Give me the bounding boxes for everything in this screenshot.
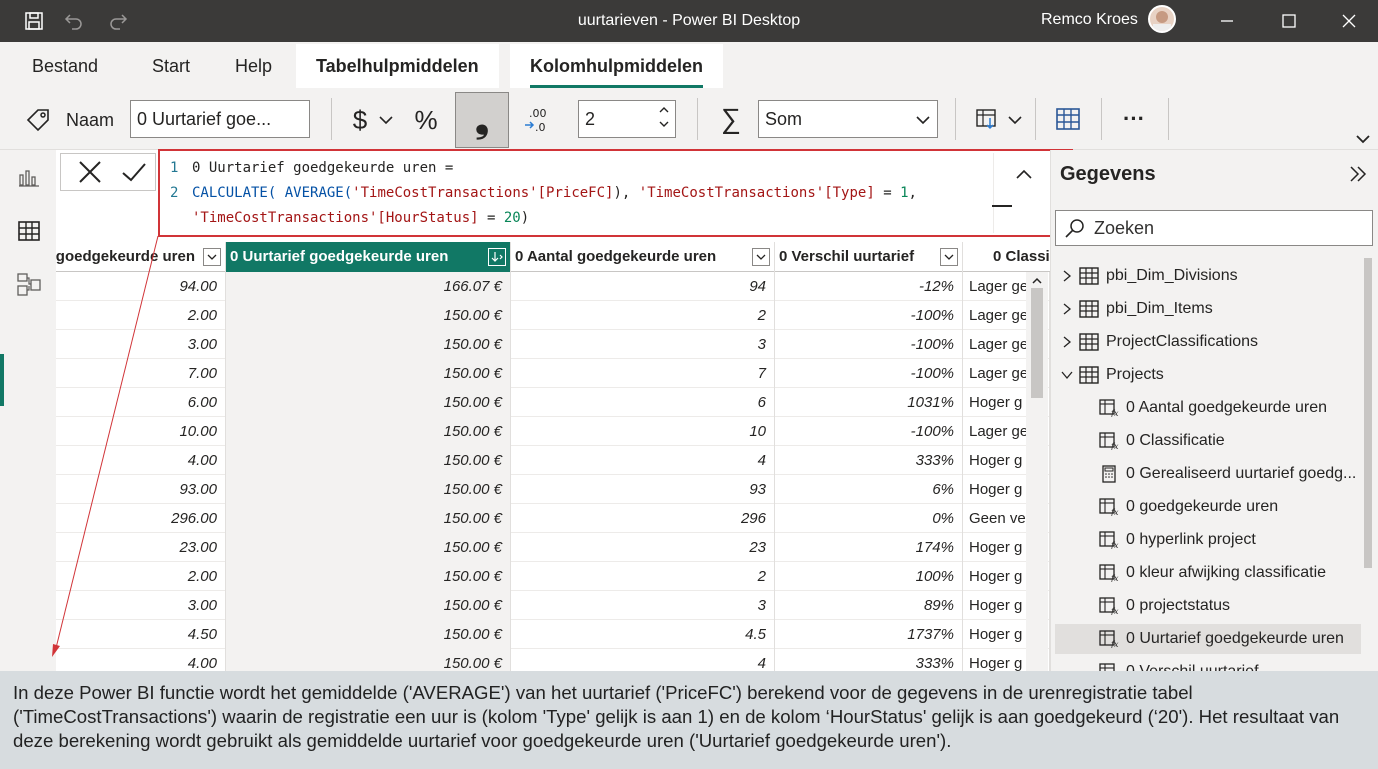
field-item[interactable]: fx 0 Classificatie [1098,426,1361,456]
table-item[interactable]: Projects [1078,360,1361,390]
field-item[interactable]: fx 0 hyperlink project [1098,525,1361,555]
svg-text:fx: fx [1110,541,1119,549]
table-icon [1078,332,1100,352]
calculated-column-icon: fx [1098,596,1120,616]
chevron-right-icon[interactable] [1060,302,1074,316]
field-item[interactable]: fx 0 Aantal goedgekeurde uren [1098,393,1361,423]
field-label: 0 hyperlink project [1126,531,1256,548]
field-list: pbi_Dim_Divisions pbi_Dim_Items ProjectCla… [0,0,1378,671]
svg-text:fx: fx [1110,508,1119,516]
svg-text:fx: fx [1110,574,1119,582]
svg-text:fx: fx [1110,409,1119,417]
calculated-column-icon: fx [1098,629,1120,649]
field-label: ProjectClassifications [1106,333,1259,350]
field-item[interactable]: fx 0 Uurtarief goedgekeurde uren [1055,624,1361,654]
field-label: 0 projectstatus [1126,597,1231,614]
field-label: 0 Verschil uurtarief [1126,663,1259,671]
explanation-caption: In deze Power BI functie wordt het gemid… [0,671,1378,769]
field-label: Projects [1106,366,1164,383]
field-label: pbi_Dim_Items [1106,300,1213,317]
field-item[interactable]: fx 0 kleur afwijking classificatie [1098,558,1361,588]
chevron-down-icon[interactable] [1060,368,1074,382]
field-item[interactable]: fx 0 goedgekeurde uren [1098,492,1361,522]
calculated-column-icon: fx [1098,398,1120,418]
calculated-column-icon: fx [1098,563,1120,583]
table-item[interactable]: pbi_Dim_Items [1078,294,1361,324]
field-label: 0 Gerealiseerd uurtarief goedg... [1126,465,1357,482]
field-label: 0 Classificatie [1126,432,1225,449]
table-icon [1078,365,1100,385]
calculated-column-icon: fx [1098,431,1120,451]
calculated-column-icon: fx [1098,530,1120,550]
field-label: 0 Aantal goedgekeurde uren [1126,399,1328,416]
field-label: 0 kleur afwijking classificatie [1126,564,1327,581]
svg-text:fx: fx [1110,607,1119,615]
field-label: 0 goedgekeurde uren [1126,498,1279,515]
table-item[interactable]: ProjectClassifications [1078,327,1361,357]
calculated-column-icon: fx [1098,497,1120,517]
svg-text:fx: fx [1110,640,1119,648]
field-item[interactable]: fx 0 projectstatus [1098,591,1361,621]
calculated-column-icon: fx [1098,662,1120,671]
field-label: pbi_Dim_Divisions [1106,267,1238,284]
field-item[interactable]: fx 0 Verschil uurtarief [1098,657,1361,671]
table-icon [1078,299,1100,319]
chevron-right-icon[interactable] [1060,269,1074,283]
chevron-right-icon[interactable] [1060,335,1074,349]
pane-scrollbar-thumb[interactable] [1364,258,1372,568]
table-icon [1078,266,1100,286]
field-label: 0 Uurtarief goedgekeurde uren [1126,630,1344,647]
table-item[interactable]: pbi_Dim_Divisions [1078,261,1361,291]
measure-icon [1098,464,1120,484]
field-item[interactable]: 0 Gerealiseerd uurtarief goedg... [1098,459,1361,489]
svg-text:fx: fx [1110,442,1119,450]
